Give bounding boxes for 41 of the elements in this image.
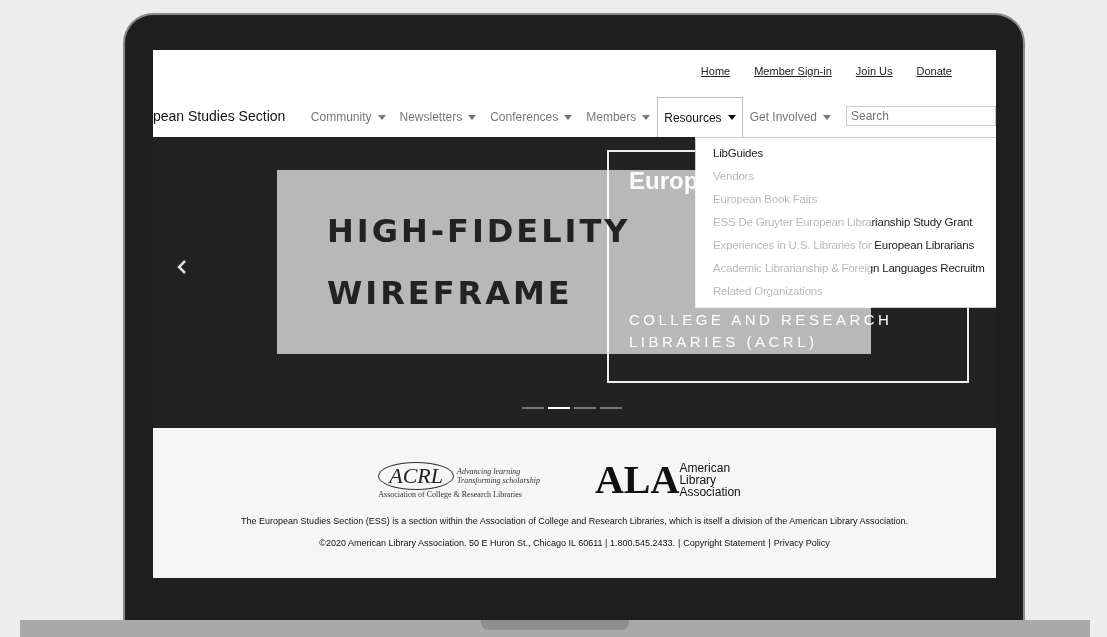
nav-menu-item[interactable]: Community (303, 97, 393, 137)
caret-icon (564, 114, 573, 120)
top-link[interactable]: Join Us (855, 65, 893, 95)
logo-caption: Library (679, 474, 717, 486)
copyright-text: ©2020 American Library Association. 50 E Huron St., Chicago IL 60611 | 1.800.545.2433. (319, 538, 675, 548)
logo-tagline: Transforming scholarship (457, 475, 540, 485)
chevron-left-icon[interactable] (177, 260, 187, 274)
footer-link[interactable]: Copyright Statement (683, 538, 766, 548)
nav-menu-item[interactable]: Conferences (483, 97, 580, 137)
carousel-indicator[interactable] (548, 407, 570, 409)
top-link[interactable]: Member Sign-in (754, 65, 832, 95)
site-title: pean Studies Section (153, 108, 287, 124)
nav-menu-item[interactable]: Get Involved (742, 97, 838, 137)
slide-title: Europ (629, 166, 699, 196)
overlay-heading: HIGH-FIDELITY (327, 211, 631, 252)
dropdown-item[interactable]: LibGuides (713, 142, 763, 165)
caret-icon (377, 114, 386, 120)
nav-menu-item[interactable]: Newsletters (392, 97, 484, 137)
overlay-heading: WIREFRAME (327, 273, 573, 314)
top-link[interactable]: Home (700, 65, 731, 95)
nav-menu-item[interactable]: Members (579, 97, 658, 137)
footer-link[interactable]: Privacy Policy (773, 538, 830, 548)
carousel-indicator[interactable] (522, 407, 544, 409)
caret-icon (468, 114, 477, 120)
logo-caption: American (679, 462, 732, 474)
nav-menu-item[interactable]: Resources (657, 97, 743, 137)
separator: | (768, 538, 771, 548)
carousel-indicator[interactable] (574, 407, 596, 409)
top-link[interactable]: Donate (916, 65, 952, 95)
logo-letters: ALA (594, 460, 680, 500)
carousel-indicator[interactable] (600, 407, 622, 409)
logo-tagline: Advancing learning (457, 466, 522, 476)
logo-caption: Association (679, 486, 741, 498)
logo-caption: Association of College & Research Libraries (378, 489, 523, 499)
slide-subtitle: LIBRARIES (ACRL) (629, 332, 818, 352)
caret-icon (823, 114, 831, 120)
separator: | (677, 538, 681, 548)
caret-icon (727, 115, 736, 120)
footer-description: The European Studies Section (ESS) is a section within the Association of College and Research Libraries, which is itself a division of the American Library Association. (241, 516, 908, 526)
search-field[interactable]: Search (846, 106, 996, 126)
caret-icon (642, 114, 651, 120)
